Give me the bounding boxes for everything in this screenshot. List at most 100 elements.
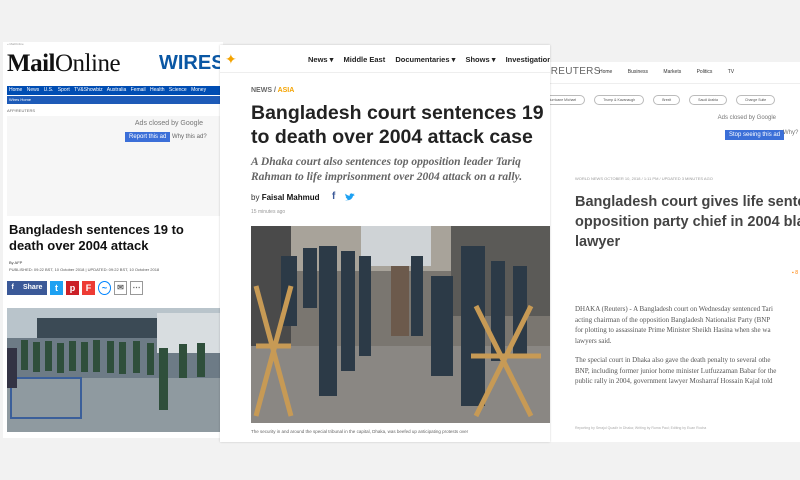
reuters-nav: Home Business Markets Politics TV <box>599 69 748 75</box>
topic-pill[interactable]: Brexit <box>653 95 681 105</box>
body-line: BNP, including former junior home minist… <box>575 366 777 375</box>
nav-item-money[interactable]: Money <box>191 87 206 93</box>
logo-mail-text: Mail <box>7 50 56 77</box>
twitter-share-button[interactable]: t <box>50 281 63 295</box>
nav-item-tv[interactable]: TV <box>728 69 734 75</box>
police-barricade-photo <box>251 226 550 423</box>
author-link[interactable]: Faisal Mahmud <box>262 193 320 202</box>
stop-seeing-ad-button[interactable]: Stop seeing this ad <box>725 130 785 140</box>
ad-closed-text: Ads closed by Google <box>717 115 776 121</box>
trending-topics: Hurricane Michael Trump & Kavanaugh Brex… <box>539 95 776 105</box>
topic-pill[interactable]: Trump & Kavanaugh <box>594 95 645 105</box>
nav-item-documentaries[interactable]: Documentaries ▾ <box>395 55 455 64</box>
ad-closed-text: Ads closed by Google <box>134 120 203 127</box>
aljazeera-page: ✦ News ▾ Middle East Documentaries ▾ Sho… <box>220 45 550 442</box>
headline-line: lawyer <box>575 234 621 250</box>
body-line: lawyers said. <box>575 336 612 345</box>
article-photo <box>7 308 223 432</box>
nav-item-home[interactable]: Home <box>599 69 612 75</box>
article-body: DHAKA (Reuters) - A Bangladesh court on … <box>575 304 800 396</box>
body-line: for plotting to assassinate Prime Minist… <box>575 326 771 334</box>
reuters-logo-text: REUTERS <box>550 66 601 77</box>
summary-line: Rahman to life imprisonment over 2004 at… <box>251 171 523 183</box>
nav-item-sport[interactable]: Sport <box>58 87 70 93</box>
nav-item-home[interactable]: Home <box>9 87 22 93</box>
nav-item-news[interactable]: News ▾ <box>308 55 333 64</box>
reuters-page: ✲ REUTERS Home Business Markets Politics… <box>533 62 800 442</box>
reuters-header: ✲ REUTERS Home Business Markets Politics… <box>533 62 800 84</box>
nav-item-business[interactable]: Business <box>628 69 648 75</box>
nav-item-science[interactable]: Science <box>169 87 187 93</box>
why-ad-link[interactable]: Why? <box>783 130 798 136</box>
nav-item-australia[interactable]: Australia <box>107 87 126 93</box>
report-ad-button[interactable]: Report this ad <box>125 132 171 142</box>
body-line: The special court in Dhaka also gave the… <box>575 356 771 364</box>
more-share-button[interactable]: ⋯ <box>130 281 143 295</box>
orange-marker: ▪ 8 <box>792 270 798 276</box>
nav-item-markets[interactable]: Markets <box>663 69 681 75</box>
pinterest-share-button[interactable]: p <box>66 281 79 295</box>
article-headline: Bangladesh sentences 19 to death over 20… <box>9 222 184 253</box>
mailonline-page: « MailOnline MailOnline WIRES Home News … <box>3 42 223 438</box>
twitter-icon[interactable] <box>345 193 355 202</box>
nav-item-us[interactable]: U.S. <box>44 87 54 93</box>
headline-line: Bangladesh court gives life sentenc <box>575 194 800 210</box>
breadcrumb-asia[interactable]: ASIA <box>278 87 295 94</box>
article-headline: Bangladesh court gives life sentenc oppo… <box>575 192 800 252</box>
breadcrumb-news[interactable]: NEWS <box>251 87 272 94</box>
flipboard-icon: F <box>85 283 92 293</box>
article-photo <box>251 226 550 423</box>
aljazeera-logo-icon[interactable]: ✦ <box>225 51 237 68</box>
email-icon: ✉ <box>117 283 124 292</box>
mailonline-top-link[interactable]: « MailOnline <box>3 42 223 48</box>
why-this-ad-link[interactable]: Why this ad? <box>169 132 210 142</box>
nav-item-health[interactable]: Health <box>150 87 164 93</box>
photo-caption: The security in and around the special t… <box>251 429 469 434</box>
nav-item-tv-showbiz[interactable]: TV&Showbiz <box>74 87 103 93</box>
body-line: DHAKA (Reuters) - A Bangladesh court on … <box>575 305 773 313</box>
headline-line: opposition party chief in 2004 blast <box>575 214 800 230</box>
wires-home-link[interactable]: Wires Home <box>7 96 223 104</box>
pinterest-icon: p <box>69 283 76 293</box>
nav-item-news[interactable]: News <box>27 87 40 93</box>
article-byline: by Faisal Mahmud <box>251 193 319 202</box>
breadcrumb: NEWS / ASIA <box>251 87 294 94</box>
nav-item-middle-east[interactable]: Middle East <box>344 55 386 64</box>
byline-prefix: by <box>251 193 260 202</box>
mailonline-nav: Home News U.S. Sport TV&Showbiz Australi… <box>7 86 223 95</box>
share-icon: ⋯ <box>132 283 141 292</box>
mailonline-logo[interactable]: MailOnline <box>7 50 121 78</box>
topic-pill[interactable]: Change Suite <box>736 95 776 105</box>
nav-item-investigations[interactable]: Investigations <box>506 55 550 64</box>
share-label: Share <box>22 284 43 291</box>
facebook-share-button[interactable]: f Share <box>7 281 47 295</box>
aljazeera-nav: News ▾ Middle East Documentaries ▾ Shows… <box>308 55 550 64</box>
twitter-icon: t <box>55 283 58 293</box>
ad-closed-box: Ads closed by Google Report this ad Why … <box>7 116 223 216</box>
summary-line: A Dhaka court also sentences top opposit… <box>251 156 521 168</box>
article-summary: A Dhaka court also sentences top opposit… <box>251 155 550 185</box>
paragraph: The special court in Dhaka also gave the… <box>575 355 800 387</box>
article-headline: Bangladesh court sentences 19 to death o… <box>251 102 544 148</box>
logo-online-text: Online <box>55 50 121 77</box>
share-bar: f Share t p F ~ ✉ ⋯ <box>7 280 143 296</box>
wires-section-title: WIRES <box>159 52 223 74</box>
topic-pill[interactable]: Saudi Arabia <box>689 95 728 105</box>
police-line-photo <box>7 308 223 432</box>
collage-canvas: « MailOnline MailOnline WIRES Home News … <box>0 0 800 480</box>
article-byline[interactable]: By AFP <box>9 260 22 265</box>
article-meta: WORLD NEWS OCTOBER 10, 2018 / 1:11 PM / … <box>575 176 713 181</box>
nav-item-femail[interactable]: Femail <box>131 87 146 93</box>
messenger-icon: ~ <box>101 283 108 293</box>
email-share-button[interactable]: ✉ <box>114 281 127 295</box>
nav-item-politics[interactable]: Politics <box>697 69 713 75</box>
paragraph: DHAKA (Reuters) - A Bangladesh court on … <box>575 304 800 346</box>
facebook-icon[interactable]: f <box>332 191 335 202</box>
article-credits: Reporting by Serajul Quadir in Dhaka; Wr… <box>575 426 707 430</box>
flipboard-share-button[interactable]: F <box>82 281 95 295</box>
messenger-share-button[interactable]: ~ <box>98 281 111 295</box>
facebook-icon: f <box>11 284 14 291</box>
nav-item-shows[interactable]: Shows ▾ <box>465 55 495 64</box>
body-line: public rally in 2004, government lawyer … <box>575 377 773 385</box>
body-line: acting chairman of the opposition Bangla… <box>575 315 771 324</box>
